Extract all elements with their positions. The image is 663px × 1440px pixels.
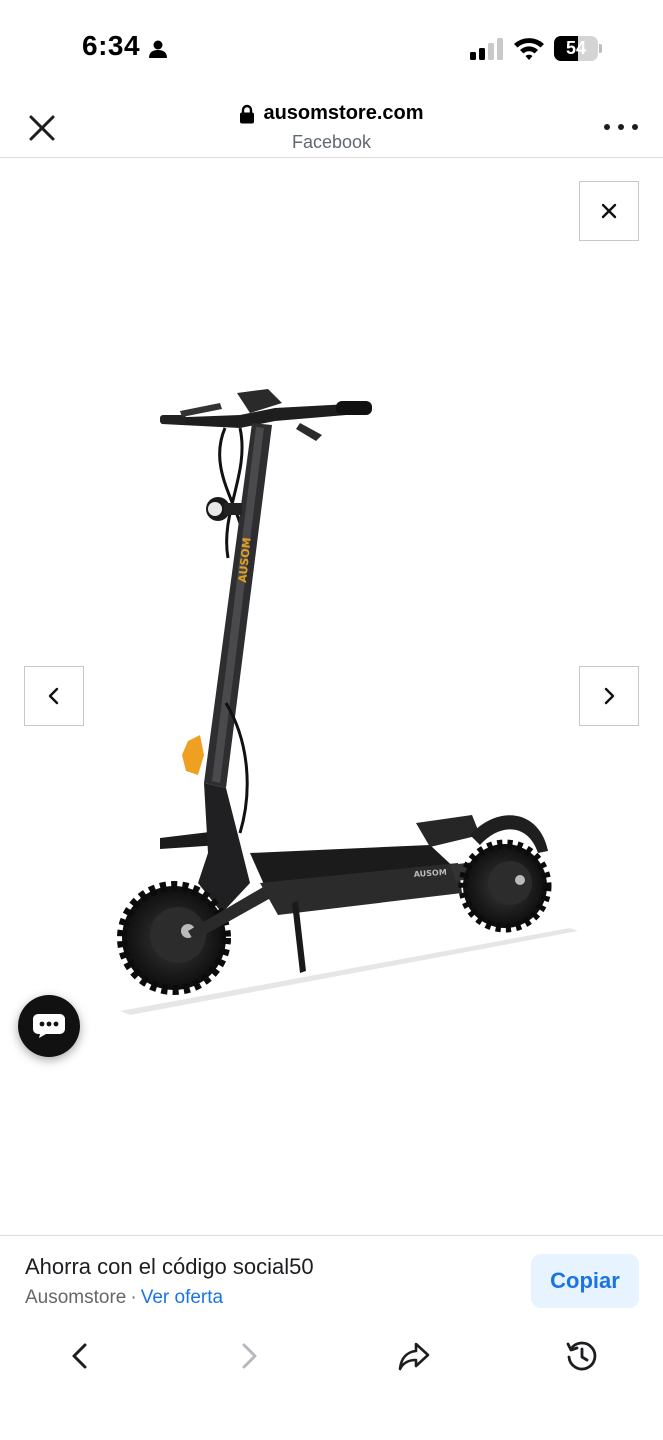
share-icon bbox=[398, 1342, 430, 1371]
advertiser-name: Ausomstore bbox=[25, 1287, 127, 1308]
cellular-signal-icon bbox=[470, 38, 503, 60]
offer-bar: Ahorra con el código social50 Ausomstore… bbox=[0, 1235, 663, 1320]
offer-subtitle: Ausomstore · Ver oferta bbox=[25, 1287, 223, 1309]
history-button[interactable] bbox=[558, 1334, 606, 1378]
more-icon-dot bbox=[618, 124, 624, 130]
close-icon bbox=[601, 203, 617, 219]
status-bar: 6:34 54 bbox=[0, 0, 663, 96]
more-icon-dot bbox=[632, 124, 638, 130]
browser-toolbar bbox=[0, 1320, 663, 1440]
battery-level: 54 bbox=[565, 38, 587, 58]
close-viewer-button[interactable] bbox=[579, 181, 639, 241]
source-label: Facebook bbox=[291, 131, 372, 152]
chat-bubble-icon bbox=[33, 1014, 65, 1038]
forward-icon bbox=[242, 1343, 257, 1369]
history-icon bbox=[566, 1341, 597, 1371]
status-time: 6:34 bbox=[82, 30, 141, 61]
chevron-right-icon bbox=[604, 687, 615, 705]
share-button[interactable] bbox=[390, 1334, 438, 1378]
more-icon-dot bbox=[604, 124, 610, 130]
previous-image-button[interactable] bbox=[24, 666, 84, 726]
more-options-button[interactable] bbox=[604, 116, 638, 138]
chat-button[interactable] bbox=[18, 995, 80, 1057]
url-domain: ausomstore.com bbox=[263, 102, 424, 124]
separator-dot: · bbox=[130, 1287, 137, 1308]
url-display[interactable]: ausomstore.com Facebook bbox=[0, 102, 663, 153]
offer-title: Ahorra con el código social50 bbox=[25, 1254, 314, 1279]
copy-code-button[interactable]: Copiar bbox=[531, 1254, 639, 1308]
scooter-product-image: AUSOM AUSOM bbox=[117, 389, 578, 1015]
wifi-icon bbox=[514, 38, 544, 60]
next-image-button[interactable] bbox=[579, 666, 639, 726]
person-icon bbox=[149, 40, 167, 58]
battery-indicator: 54 bbox=[554, 36, 602, 61]
chevron-left-icon bbox=[48, 687, 59, 705]
image-viewer: AUSOM AUSOM bbox=[0, 158, 663, 1235]
forward-button[interactable] bbox=[224, 1334, 272, 1378]
back-icon bbox=[72, 1343, 87, 1369]
lock-icon bbox=[240, 104, 255, 123]
view-offer-link[interactable]: Ver oferta bbox=[141, 1287, 223, 1308]
back-button[interactable] bbox=[57, 1334, 105, 1378]
browser-header: ausomstore.com Facebook bbox=[0, 96, 663, 158]
